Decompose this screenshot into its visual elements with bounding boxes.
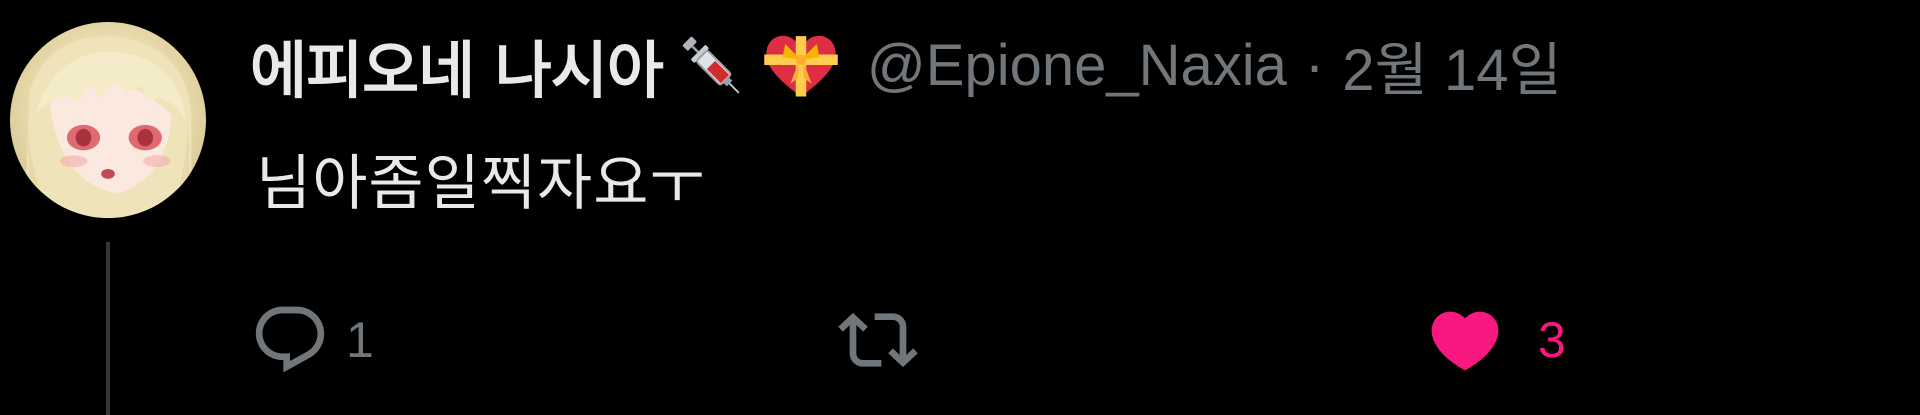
tweet-card[interactable]: 에피오네 나시아 @Epione_Naxia · 2월 14일 님아좀일찍자요ㅜ… xyxy=(0,0,1920,415)
tweet-date[interactable]: 2월 14일 xyxy=(1342,23,1562,107)
separator-dot: · xyxy=(1304,32,1325,98)
reply-count: 1 xyxy=(346,312,374,368)
heart-icon xyxy=(1431,311,1499,371)
avatar-image xyxy=(24,36,192,218)
display-name[interactable]: 에피오네 나시아 xyxy=(250,20,664,110)
avatar[interactable] xyxy=(10,22,206,218)
user-handle[interactable]: @Epione_Naxia xyxy=(867,32,1287,99)
like-button[interactable]: 3 xyxy=(1420,295,1566,385)
tweet-text: 님아좀일찍자요ㅜ xyxy=(256,149,706,219)
like-count: 3 xyxy=(1538,312,1566,368)
thread-connector-line xyxy=(106,242,110,415)
reply-button[interactable]: 1 xyxy=(250,295,374,385)
reply-icon xyxy=(255,306,325,373)
syringe-icon xyxy=(669,23,753,107)
retweet-button[interactable] xyxy=(830,295,926,385)
tweet-header: 에피오네 나시아 @Epione_Naxia · 2월 14일 xyxy=(250,22,1562,108)
retweet-icon xyxy=(838,312,918,368)
heart-with-ribbon-icon xyxy=(759,23,843,107)
